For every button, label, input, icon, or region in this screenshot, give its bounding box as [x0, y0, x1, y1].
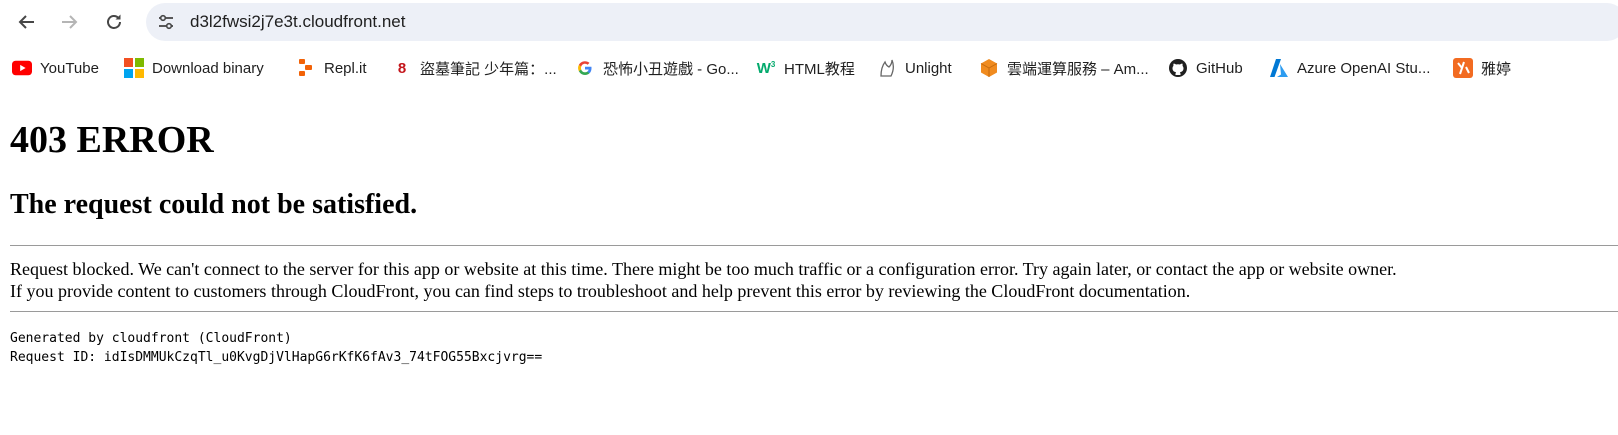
error-description: Request blocked. We can't connect to the…: [10, 258, 1610, 302]
tune-icon: [159, 14, 173, 30]
unlight-icon: [877, 58, 897, 78]
bookmark-github[interactable]: GitHub: [1168, 56, 1243, 80]
bookmark-unlight[interactable]: Unlight: [877, 56, 952, 80]
bookmark-azure-openai[interactable]: Azure OpenAI Stu...: [1269, 56, 1430, 80]
request-details: Generated by cloudfront (CloudFront) Requ…: [10, 329, 542, 367]
w3-icon: W3: [756, 59, 776, 77]
bookmark-aws[interactable]: 雲端運算服務 – Am...: [979, 56, 1149, 80]
bookmark-label: HTML教程: [784, 60, 855, 78]
request-id-text: Request ID: idIsDMMUkCzqTl_u0KvgDjVlHapG…: [10, 350, 543, 365]
bookmark-daomu[interactable]: 8 盜墓筆記 少年篇：...: [392, 56, 557, 80]
bookmark-label: GitHub: [1196, 59, 1243, 77]
url-text[interactable]: d3l2fwsi2j7e3t.cloudfront.net: [190, 12, 405, 32]
bookmark-download-binary[interactable]: Download binary: [124, 56, 264, 80]
arrow-left-icon: [18, 15, 34, 29]
forward-button[interactable]: [52, 5, 86, 39]
site-info-button[interactable]: [152, 8, 180, 36]
browser-toolbar: d3l2fwsi2j7e3t.cloudfront.net: [0, 0, 1618, 46]
error-description-line-2: If you provide content to customers thro…: [10, 281, 1191, 301]
generated-by-text: Generated by cloudfront (CloudFront): [10, 331, 292, 346]
page-subtitle: The request could not be satisfied.: [10, 189, 418, 220]
error-description-line-1: Request blocked. We can't connect to the…: [10, 259, 1397, 279]
bookmark-label: 雅婷: [1481, 60, 1512, 78]
bookmark-html-tutorial[interactable]: W3 HTML教程: [756, 56, 855, 80]
reload-icon: [107, 14, 121, 29]
bookmark-label: 雲端運算服務 – Am...: [1007, 60, 1149, 78]
google-icon: [575, 58, 595, 78]
yating-icon: [1453, 58, 1473, 78]
bookmark-yating[interactable]: 雅婷: [1453, 56, 1511, 80]
divider-bottom: [10, 311, 1618, 312]
youtube-icon: [12, 58, 32, 78]
bookmarks-bar: YouTube Download binary Repl.it 8 盜墓筆記 少…: [0, 52, 1618, 84]
bookmark-label: Azure OpenAI Stu...: [1297, 59, 1431, 77]
bookmark-label: Repl.it: [324, 59, 367, 77]
windows-icon: [124, 58, 144, 78]
bookmark-label: Download binary: [152, 59, 264, 77]
replit-icon: [296, 58, 316, 78]
azure-icon: [1269, 58, 1289, 78]
bookmark-replit[interactable]: Repl.it: [296, 56, 367, 80]
bookmark-label: 恐怖小丑遊戲 - Go...: [603, 60, 739, 78]
page-title: 403 ERROR: [10, 119, 214, 161]
arrow-right-icon: [62, 15, 78, 29]
bookmark-label: YouTube: [40, 59, 99, 77]
bookmark-label: 盜墓筆記 少年篇：...: [420, 60, 557, 78]
bookmark-clown-game[interactable]: 恐怖小丑遊戲 - Go...: [575, 56, 739, 80]
bookmark-youtube[interactable]: YouTube: [12, 56, 99, 80]
address-bar[interactable]: d3l2fwsi2j7e3t.cloudfront.net: [146, 3, 1618, 41]
back-button[interactable]: [10, 5, 44, 39]
github-icon: [1168, 58, 1188, 78]
divider-top: [10, 245, 1618, 246]
bookmark-label: Unlight: [905, 59, 952, 77]
reload-button[interactable]: [97, 5, 131, 39]
eight-icon: 8: [397, 59, 407, 77]
aws-box-icon: [979, 58, 999, 78]
